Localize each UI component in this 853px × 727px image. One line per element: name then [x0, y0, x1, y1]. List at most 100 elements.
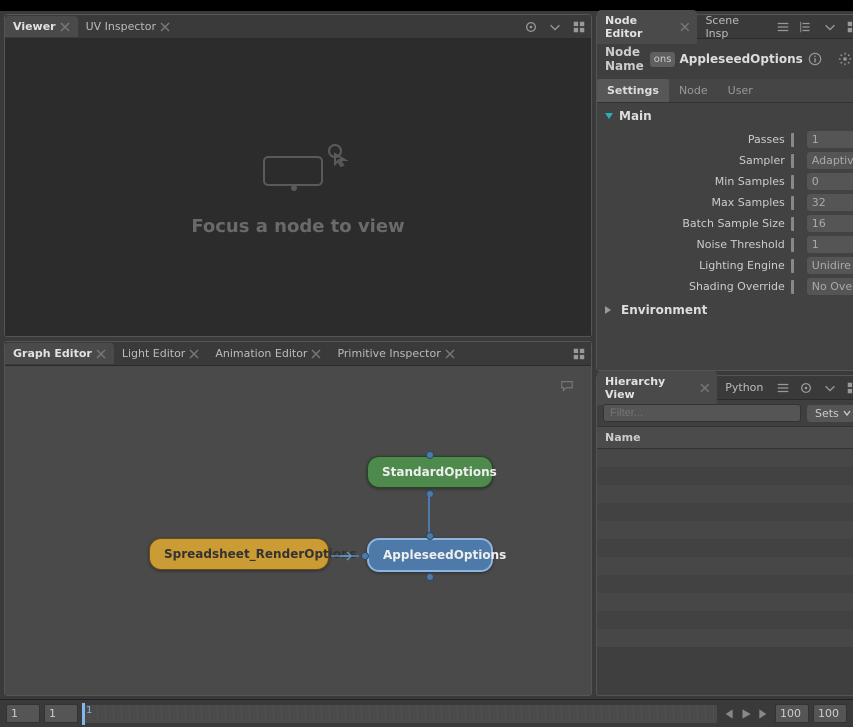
hierarchy-column-header[interactable]: Name — [597, 426, 853, 449]
param-override-toggle[interactable] — [791, 217, 801, 231]
info-icon[interactable] — [805, 49, 825, 69]
chevron-down-icon[interactable] — [820, 378, 839, 398]
close-icon[interactable] — [680, 22, 690, 32]
tab-viewer[interactable]: Viewer — [5, 16, 78, 37]
param-value[interactable]: Unidire — [807, 257, 853, 274]
play-icon[interactable] — [739, 707, 753, 721]
close-icon[interactable] — [96, 349, 106, 359]
param-override-toggle[interactable] — [791, 280, 801, 294]
collapse-icon[interactable] — [797, 17, 816, 37]
param-override-toggle[interactable] — [791, 259, 801, 273]
list-item[interactable] — [597, 521, 853, 539]
graph-node-appleseed-options[interactable]: AppleseedOptions — [367, 538, 493, 572]
close-icon[interactable] — [700, 383, 710, 393]
close-icon[interactable] — [60, 22, 70, 32]
node-port[interactable] — [426, 451, 434, 459]
tab-label: Python — [725, 381, 763, 394]
timeline-end-inner[interactable]: 100 — [775, 704, 809, 723]
layout-grid-icon[interactable] — [569, 17, 589, 37]
node-name-value[interactable]: AppleseedOptions — [679, 52, 802, 66]
graph-tabbar: Graph Editor Light Editor Animation Edit… — [5, 342, 591, 366]
subtab-node[interactable]: Node — [669, 79, 718, 102]
timeline-start-inner[interactable]: 1 — [44, 704, 78, 723]
param-row: SamplerAdaptiv — [597, 150, 853, 171]
disclosure-open-icon — [605, 113, 613, 119]
param-value[interactable]: 0 — [807, 173, 853, 190]
timeline-playhead[interactable] — [82, 703, 85, 725]
param-override-toggle[interactable] — [791, 133, 801, 147]
list-item[interactable] — [597, 467, 853, 485]
list-item[interactable] — [597, 575, 853, 593]
chevron-down-icon[interactable] — [820, 17, 839, 37]
node-port[interactable] — [361, 552, 369, 560]
graph-node-standard-options[interactable]: StandardOptions — [367, 456, 493, 488]
target-icon[interactable] — [797, 378, 816, 398]
param-value[interactable]: No Ove — [807, 278, 853, 295]
list-item[interactable] — [597, 557, 853, 575]
graph-canvas[interactable]: StandardOptions AppleseedOptions — [5, 366, 591, 695]
param-override-toggle[interactable] — [791, 175, 801, 189]
param-value[interactable]: 1 — [807, 131, 853, 148]
node-port[interactable] — [426, 532, 434, 540]
param-value[interactable]: 32 — [807, 194, 853, 211]
menu-icon[interactable] — [773, 17, 792, 37]
close-icon[interactable] — [311, 349, 321, 359]
node-editor-panel: Node Editor Scene Insp Node Name ons App… — [596, 14, 853, 371]
graph-edge — [428, 496, 430, 534]
close-icon[interactable] — [160, 22, 170, 32]
list-item[interactable] — [597, 593, 853, 611]
node-name-label: Node Name — [605, 45, 644, 73]
close-icon[interactable] — [445, 349, 455, 359]
tab-python[interactable]: Python — [717, 377, 771, 398]
param-override-toggle[interactable] — [791, 196, 801, 210]
hierarchy-filter-input[interactable] — [603, 404, 801, 422]
list-item[interactable] — [597, 629, 853, 647]
param-row: Max Samples32 — [597, 192, 853, 213]
graph-node-spreadsheet[interactable]: Spreadsheet_RenderOptions — [149, 538, 329, 570]
section-header[interactable]: Main — [597, 103, 853, 129]
node-label: Spreadsheet_RenderOptions — [164, 547, 357, 561]
section-header[interactable]: Environment — [597, 297, 853, 323]
tab-primitive-inspector[interactable]: Primitive Inspector — [329, 343, 462, 364]
param-row: Passes1 — [597, 129, 853, 150]
viewer-panel: Viewer UV Inspector — [4, 14, 592, 337]
node-port[interactable] — [426, 573, 434, 581]
list-item[interactable] — [597, 539, 853, 557]
close-icon[interactable] — [189, 349, 199, 359]
timeline-start-outer[interactable]: 1 — [6, 704, 40, 723]
list-item[interactable] — [597, 485, 853, 503]
list-item[interactable] — [597, 503, 853, 521]
tab-light-editor[interactable]: Light Editor — [114, 343, 208, 364]
layout-grid-icon[interactable] — [843, 17, 853, 37]
comment-icon[interactable] — [557, 376, 577, 396]
tab-graph-editor[interactable]: Graph Editor — [5, 343, 114, 364]
param-override-toggle[interactable] — [791, 238, 801, 252]
list-item[interactable] — [597, 611, 853, 629]
param-value[interactable]: 16 — [807, 215, 853, 232]
timeline-end-outer[interactable]: 100 — [813, 704, 847, 723]
param-value[interactable]: 1 — [807, 236, 853, 253]
list-item[interactable] — [597, 449, 853, 467]
param-label: Batch Sample Size — [605, 217, 785, 230]
skip-end-icon[interactable] — [757, 707, 771, 721]
param-override-toggle[interactable] — [791, 154, 801, 168]
chevron-down-icon[interactable] — [545, 17, 565, 37]
layout-grid-icon[interactable] — [569, 344, 589, 364]
layout-grid-icon[interactable] — [843, 378, 853, 398]
sets-dropdown[interactable]: Sets — [807, 405, 853, 422]
param-value[interactable]: Adaptiv — [807, 152, 853, 169]
target-icon[interactable] — [521, 17, 541, 37]
gear-icon[interactable] — [835, 49, 853, 69]
menu-icon[interactable] — [773, 378, 792, 398]
param-label: Lighting Engine — [605, 259, 785, 272]
viewer-body[interactable]: Focus a node to view — [5, 39, 591, 336]
node-editor-tabbar: Node Editor Scene Insp — [597, 15, 853, 39]
timeline-track[interactable]: 1 — [82, 705, 717, 723]
skip-start-icon[interactable] — [721, 707, 735, 721]
tab-uv-inspector[interactable]: UV Inspector — [78, 16, 178, 37]
tab-label: Animation Editor — [215, 347, 307, 360]
subtab-user[interactable]: User — [718, 79, 763, 102]
tab-animation-editor[interactable]: Animation Editor — [207, 343, 329, 364]
subtab-settings[interactable]: Settings — [597, 79, 669, 102]
node-label: AppleseedOptions — [383, 548, 506, 562]
